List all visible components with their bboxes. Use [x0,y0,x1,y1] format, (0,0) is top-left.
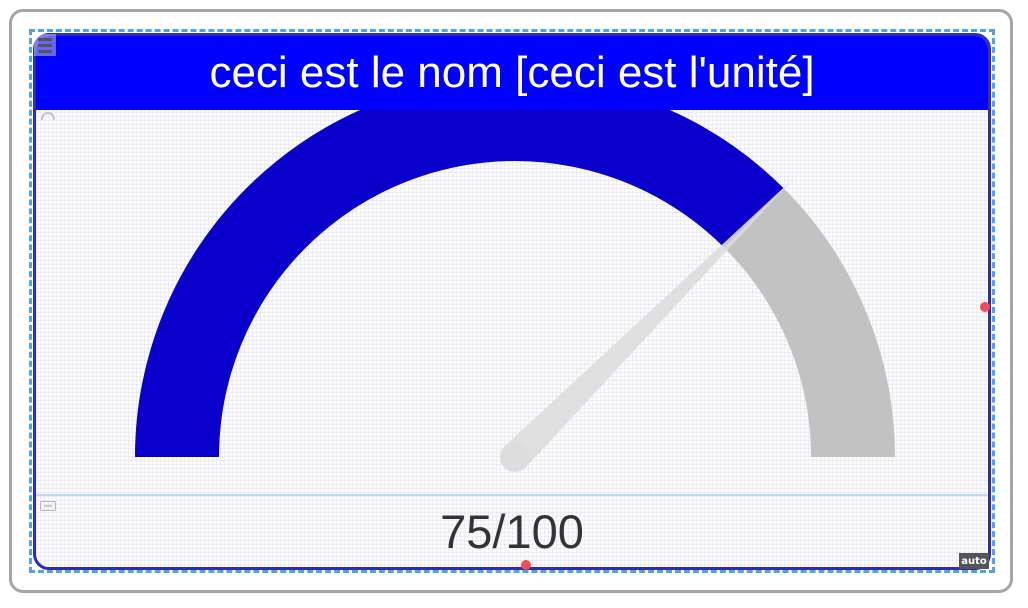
resize-handle-right[interactable] [980,302,990,312]
hamburger-icon[interactable] [34,34,56,56]
resize-icon [40,501,56,511]
gauge-icon [41,112,55,120]
title-bar: ceci est le nom [ceci est l'unité] [36,36,988,110]
gauge-widget[interactable]: ceci est le nom [ceci est l'unité] 75/10… [33,33,991,570]
divider [36,494,988,496]
gauge-value-arc [135,110,784,458]
gauge-needle-hub [500,442,530,472]
gauge-needle [504,177,795,468]
widget-title: ceci est le nom [ceci est l'unité] [209,48,815,97]
gauge-value-label: 75/100 [440,505,584,558]
resize-handle-bottom[interactable] [521,560,531,570]
auto-badge[interactable]: auto [959,553,989,569]
gauge-chart [135,110,895,472]
